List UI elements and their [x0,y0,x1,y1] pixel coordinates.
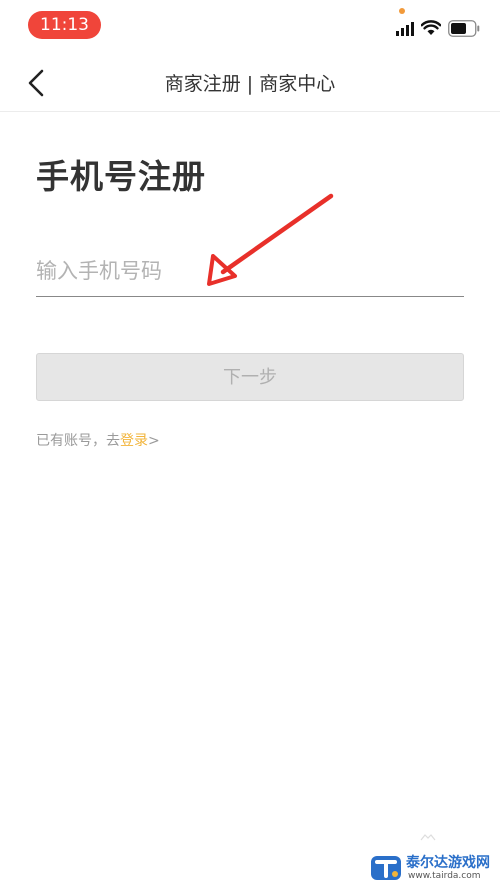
status-bar: 11:13 [0,0,500,54]
login-link[interactable]: 登录 [120,433,148,449]
privacy-indicator-dot [399,8,405,14]
watermark-logo-icon [371,856,401,880]
page-title: 手机号注册 [36,157,206,196]
login-hint-prefix: 已有账号，去 [36,433,120,449]
watermark-url: www.tairda.com [408,871,481,881]
battery-icon [448,20,480,37]
wifi-icon [421,20,441,35]
site-watermark: 泰尔达游戏网 www.tairda.com [370,851,495,885]
login-hint: 已有账号，去登录> [36,430,160,450]
signal-icon [396,22,414,36]
red-arrow-annotation [207,193,334,286]
next-step-button[interactable]: 下一步 [36,353,464,401]
nav-title: 商家注册 | 商家中心 [164,73,336,95]
login-hint-arrow: > [148,433,160,449]
navigation-bar: 商家注册 | 商家中心 [0,54,500,112]
watermark-site-name: 泰尔达游戏网 [406,855,490,871]
faint-chevron-mark [420,834,436,841]
status-time[interactable]: 11:13 [28,11,101,39]
